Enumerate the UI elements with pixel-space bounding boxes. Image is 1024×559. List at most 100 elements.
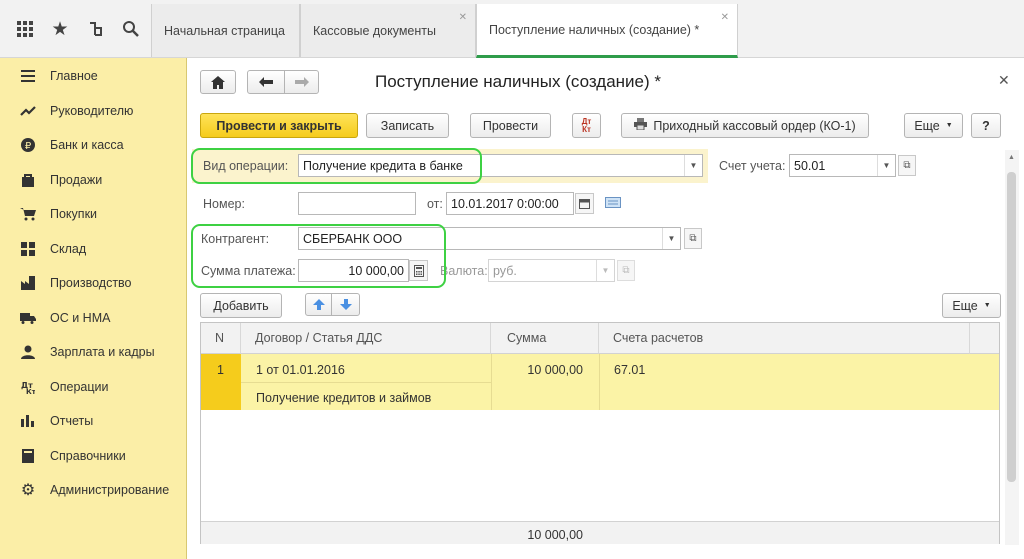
sidebar-item-main[interactable]: Главное <box>0 61 187 91</box>
history-icon[interactable] <box>85 18 107 40</box>
dropdown-arrow-icon: ▼ <box>983 302 991 309</box>
sidebar-item-production[interactable]: Производство <box>0 268 187 298</box>
date-input[interactable]: 10.01.2017 0:00:00 <box>446 192 574 215</box>
search-icon[interactable] <box>120 18 142 40</box>
tab-cash-receipt[interactable]: Поступление наличных (создание) * ✕ <box>476 4 738 58</box>
close-tab-icon[interactable]: ✕ <box>459 12 467 23</box>
close-icon[interactable]: ✕ <box>998 72 1010 89</box>
tab-cash-documents[interactable]: Кассовые документы ✕ <box>300 4 476 57</box>
sidebar-item-salary[interactable]: Зарплата и кадры <box>0 337 187 367</box>
back-button[interactable] <box>247 70 285 94</box>
table-footer: 10 000,00 <box>201 521 999 544</box>
sidebar-item-label: Операции <box>50 380 109 394</box>
table-more-button[interactable]: Еще ▼ <box>942 293 1001 318</box>
sidebar-item-warehouse[interactable]: Склад <box>0 234 187 264</box>
more-label: Еще <box>914 118 940 133</box>
more-label: Еще <box>952 298 978 313</box>
sidebar-item-sales[interactable]: Продажи <box>0 165 187 195</box>
column-header-accounts[interactable]: Счета расчетов <box>599 323 970 354</box>
account-select[interactable]: 50.01 ▼ <box>789 154 896 177</box>
dropdown-arrow-icon[interactable]: ▼ <box>877 155 895 176</box>
close-tab-icon[interactable]: ✕ <box>721 12 729 23</box>
row-number: 1 <box>217 363 224 377</box>
sidebar: Главное Руководителю ₽ Банк и касса Прод… <box>0 58 187 559</box>
sidebar-item-reports[interactable]: Отчеты <box>0 406 187 436</box>
page-title: Поступление наличных (создание) * <box>375 72 661 91</box>
more-button[interactable]: Еще ▼ <box>904 113 963 138</box>
sidebar-item-admin[interactable]: ⚙ Администрирование <box>0 475 187 505</box>
dt-kt-icon: Дт Кт <box>581 116 592 134</box>
total-sum: 10 000,00 <box>527 528 583 542</box>
printer-icon <box>634 118 648 133</box>
operations-icon: Дт Кт <box>20 379 36 395</box>
number-label: Номер: <box>203 197 245 211</box>
sum-cell[interactable]: 10 000,00 <box>491 363 583 377</box>
svg-text:Кт: Кт <box>26 388 35 394</box>
sidebar-item-label: Склад <box>50 242 87 256</box>
dropdown-arrow-icon[interactable]: ▼ <box>684 155 702 176</box>
svg-text:₽: ₽ <box>25 141 32 152</box>
currency-label: Валюта: <box>440 264 488 278</box>
trend-icon <box>20 103 36 119</box>
number-input[interactable] <box>298 192 416 215</box>
post-button[interactable]: Провести <box>470 113 551 138</box>
comment-icon[interactable] <box>605 197 621 211</box>
sidebar-item-label: Зарплата и кадры <box>50 345 155 359</box>
grid-icon <box>20 241 36 257</box>
home-button[interactable] <box>200 70 236 94</box>
sidebar-item-label: Продажи <box>50 173 103 187</box>
dt-kt-button[interactable]: Дт Кт <box>572 113 601 138</box>
currency-select: руб. ▼ <box>488 259 615 282</box>
column-header-sum[interactable]: Сумма <box>491 323 599 354</box>
column-header-blank <box>970 323 999 354</box>
sidebar-item-label: Главное <box>50 69 98 83</box>
open-icon: ⧉ <box>617 260 635 281</box>
tab-home[interactable]: Начальная страница <box>151 4 300 57</box>
account-label: Счет учета: <box>719 159 786 173</box>
print-order-button[interactable]: Приходный кассовый ордер (КО-1) <box>621 113 869 138</box>
scrollbar-thumb[interactable] <box>1007 172 1016 482</box>
account-cell[interactable]: 67.01 <box>614 363 645 377</box>
sidebar-item-label: Руководителю <box>50 104 134 118</box>
cart-icon <box>20 206 36 222</box>
move-up-button[interactable] <box>305 293 332 316</box>
save-button[interactable]: Записать <box>366 113 449 138</box>
calendar-icon[interactable] <box>575 193 594 214</box>
bars-icon <box>20 413 36 429</box>
currency-value: руб. <box>493 263 517 278</box>
article-cell[interactable]: Получение кредитов и займов <box>256 391 431 405</box>
star-icon[interactable]: ★ <box>49 18 71 40</box>
move-down-button[interactable] <box>331 293 360 316</box>
sidebar-item-label: Отчеты <box>50 414 94 428</box>
add-button[interactable]: Добавить <box>200 293 282 318</box>
scroll-up-icon[interactable]: ▲ <box>1008 154 1015 161</box>
people-icon <box>20 344 36 360</box>
sidebar-item-label: Производство <box>50 276 132 290</box>
post-and-close-button[interactable]: Провести и закрыть <box>200 113 358 138</box>
sidebar-item-label: Администрирование <box>50 483 170 497</box>
sidebar-item-label: ОС и НМА <box>50 311 111 325</box>
forward-button[interactable] <box>284 70 319 94</box>
ruble-icon: ₽ <box>20 137 36 153</box>
dropdown-arrow-icon: ▼ <box>596 260 614 281</box>
contract-cell[interactable]: 1 от 01.01.2016 <box>256 363 345 377</box>
scrollbar[interactable]: ▲ <box>1005 150 1019 545</box>
sidebar-item-operations[interactable]: Дт Кт Операции <box>0 372 187 402</box>
apps-grid-icon[interactable] <box>14 18 36 40</box>
sidebar-item-purchases[interactable]: Покупки <box>0 199 187 229</box>
highlight-frame <box>191 224 446 288</box>
sidebar-item-director[interactable]: Руководителю <box>0 96 187 126</box>
column-header-contract[interactable]: Договор / Статья ДДС <box>241 323 491 354</box>
factory-icon <box>20 275 36 291</box>
column-header-n[interactable]: N <box>201 323 241 354</box>
table-row[interactable]: 1 1 от 01.01.2016 Получение кредитов и з… <box>201 354 999 410</box>
sidebar-item-assets[interactable]: ОС и НМА <box>0 303 187 333</box>
dropdown-arrow-icon[interactable]: ▼ <box>662 228 680 249</box>
open-icon[interactable]: ⧉ <box>898 155 916 176</box>
book-icon <box>20 448 36 464</box>
help-button[interactable]: ? <box>971 113 1001 138</box>
sidebar-item-bank[interactable]: ₽ Банк и касса <box>0 130 187 160</box>
sidebar-item-directories[interactable]: Справочники <box>0 441 187 471</box>
open-icon[interactable]: ⧉ <box>684 228 702 249</box>
top-bar: ★ Начальная страница Кассовые документы … <box>0 0 1024 58</box>
